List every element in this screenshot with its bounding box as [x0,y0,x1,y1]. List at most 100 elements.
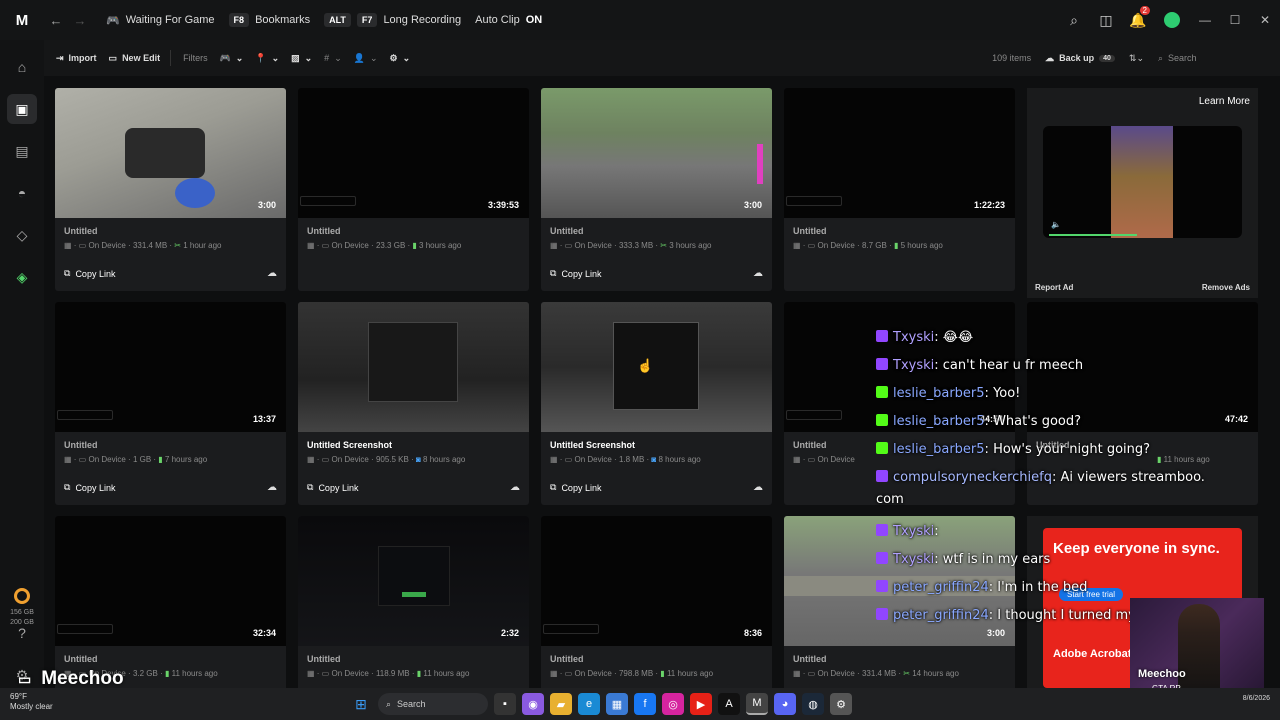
import-button[interactable]: ⇥ Import [56,53,97,64]
clip-title[interactable]: Untitled [64,654,98,664]
clip-title[interactable]: Untitled [550,654,584,664]
clip-title[interactable]: Untitled Screenshot [550,440,635,450]
medal-logo[interactable]: M [0,12,44,29]
sort-icon[interactable]: ⇅⌄ [1129,53,1144,64]
discord-icon[interactable]: ◕ [774,693,796,715]
tag-filter[interactable]: # ⌄ [324,53,342,64]
speaker-icon[interactable]: 🔈 [1051,220,1061,229]
weather-widget[interactable]: 69°F Mostly clear [10,692,53,712]
clip-title[interactable]: Untitled [64,440,98,450]
clip-thumbnail[interactable]: 3:00 [541,88,772,218]
chat-icon[interactable]: ◫ [1090,12,1122,29]
location-filter[interactable]: 📍 ⌄ [255,53,279,64]
clip-title[interactable]: Untitled [64,226,98,236]
cloud-upload-icon[interactable]: ☁ [753,482,763,493]
maximize-icon[interactable]: ☐ [1220,13,1250,27]
new-edit-button[interactable]: ▭ New Edit [109,53,161,64]
report-ad-link[interactable]: Report Ad [1035,283,1073,292]
chat-message: Txyski: can't hear u fr meech [876,358,1083,373]
task-view-icon[interactable]: ▪ [494,693,516,715]
clip-card[interactable]: 1:22:23 Untitled ▦ · ▭ On Device · 8.7 G… [784,88,1015,291]
settings-app-icon[interactable]: ⚙ [830,693,852,715]
taskbar-search[interactable]: ⌕ Search [378,693,488,715]
clip-thumbnail[interactable]: ☝ [541,302,772,432]
cloud-upload-icon[interactable]: ☁ [267,268,277,279]
cloud-upload-icon[interactable]: ☁ [267,482,277,493]
clip-thumbnail[interactable]: 3:00 [55,88,286,218]
clip-title[interactable]: Untitled [793,226,827,236]
clip-card[interactable]: 2:32 Untitled ▦ · ▭ On Device · 118.9 MB… [298,516,529,688]
forward-arrow-icon[interactable]: → [68,13,92,28]
clip-card[interactable]: 8:36 Untitled ▦ · ▭ On Device · 798.8 MB… [541,516,772,688]
cloud-upload-icon[interactable]: ☁ [510,482,520,493]
clip-thumbnail[interactable]: 13:37 [55,302,286,432]
copy-link-button[interactable]: ⧉ Copy Link [64,482,115,493]
long-recording-shortcut[interactable]: ALT F7 Long Recording [324,13,461,27]
folder-icon[interactable]: ▤ [7,136,37,166]
keyboard-overlay-icon [57,410,113,420]
avatar[interactable] [1164,12,1180,28]
clip-card[interactable]: 13:37 Untitled ▦ · ▭ On Device · 1 GB · … [55,302,286,505]
steam-icon[interactable]: ◍ [802,693,824,715]
minimize-icon[interactable]: — [1190,13,1220,27]
diamond-icon[interactable]: ◇ [7,220,37,250]
clip-card[interactable]: Untitled Screenshot ▦ · ▭ On Device · 90… [298,302,529,505]
clip-title[interactable]: Untitled [793,440,827,450]
media-type-filter[interactable]: ▨ ⌄ [291,53,312,64]
edge-icon[interactable]: e [578,693,600,715]
clip-thumbnail[interactable]: 8:36 [541,516,772,646]
clip-card[interactable]: 3:00 Untitled ▦ · ▭ On Device · 333.3 MB… [541,88,772,291]
close-icon[interactable]: ✕ [1250,13,1280,27]
clip-thumbnail[interactable] [298,302,529,432]
clips-icon[interactable]: ▣ [7,94,37,124]
bookmarks-shortcut[interactable]: F8 Bookmarks [228,13,310,27]
premium-icon[interactable]: ◈ [7,262,37,292]
clip-title[interactable]: Untitled Screenshot [307,440,392,450]
clip-card[interactable]: 3:39:53 Untitled ▦ · ▭ On Device · 23.3 … [298,88,529,291]
settings-filter[interactable]: ⚙ ⌄ [390,53,411,64]
windows-start-icon[interactable]: ⊞ [350,693,372,715]
ad-panel[interactable]: 🔈 Learn More Report Ad Remove Ads [1027,88,1258,298]
ad-video[interactable]: 🔈 [1043,126,1242,238]
cloud-upload-icon[interactable]: ☁ [753,268,763,279]
copilot-icon[interactable]: ◉ [522,693,544,715]
copy-link-button[interactable]: ⧉ Copy Link [307,482,358,493]
clip-card[interactable]: ☝ Untitled Screenshot ▦ · ▭ On Device · … [541,302,772,505]
text-app-icon[interactable]: A [718,693,740,715]
people-filter[interactable]: 👤 ⌄ [354,53,378,64]
search-input[interactable]: ⌕ Search [1158,53,1268,64]
bell-icon[interactable]: 🔔 2 [1122,5,1154,29]
instagram-icon[interactable]: ◎ [662,693,684,715]
controller-icon[interactable]: ◓ [7,178,37,208]
copy-link-button[interactable]: ⧉ Copy Link [64,268,115,279]
clip-thumbnail[interactable]: 32:34 [55,516,286,646]
clip-card[interactable]: 3:00 Untitled ▦ · ▭ On Device · 331.4 MB… [784,516,1015,688]
help-icon[interactable]: ? [7,618,37,648]
backup-button[interactable]: ☁ Back up 40 [1045,53,1115,64]
remove-ads-link[interactable]: Remove Ads [1202,283,1250,292]
clip-title[interactable]: Untitled [307,226,341,236]
copy-link-button[interactable]: ⧉ Copy Link [550,268,601,279]
facebook-icon[interactable]: f [634,693,656,715]
learn-more-link[interactable]: Learn More [1199,96,1250,107]
clip-title[interactable]: Untitled [550,226,584,236]
clock[interactable]: 8/6/2026 [1243,694,1270,704]
clip-thumbnail[interactable]: 1:22:23 [784,88,1015,218]
back-arrow-icon[interactable]: ← [44,13,68,28]
copy-link-button[interactable]: ⧉ Copy Link [550,482,601,493]
game-status[interactable]: 🎮 Waiting For Game [106,14,215,27]
home-icon[interactable]: ⌂ [7,52,37,82]
clip-title[interactable]: Untitled [793,654,827,664]
youtube-icon[interactable]: ▶ [690,693,712,715]
clip-card[interactable]: 32:34 Untitled ▦ · ▭ On Device · 3.2 GB … [55,516,286,688]
game-filter[interactable]: 🎮 ⌄ [220,53,244,64]
clip-thumbnail[interactable]: 3:39:53 [298,88,529,218]
file-explorer-icon[interactable]: ▰ [550,693,572,715]
clip-thumbnail[interactable]: 2:32 [298,516,529,646]
store-icon[interactable]: ▦ [606,693,628,715]
medal-app-icon[interactable]: M [746,693,768,715]
clip-title[interactable]: Untitled [307,654,341,664]
clip-card[interactable]: 3:00 Untitled ▦ · ▭ On Device · 331.4 MB… [55,88,286,291]
search-icon[interactable]: ⌕ [1058,12,1090,29]
auto-clip-toggle[interactable]: Auto Clip ON [475,14,542,26]
